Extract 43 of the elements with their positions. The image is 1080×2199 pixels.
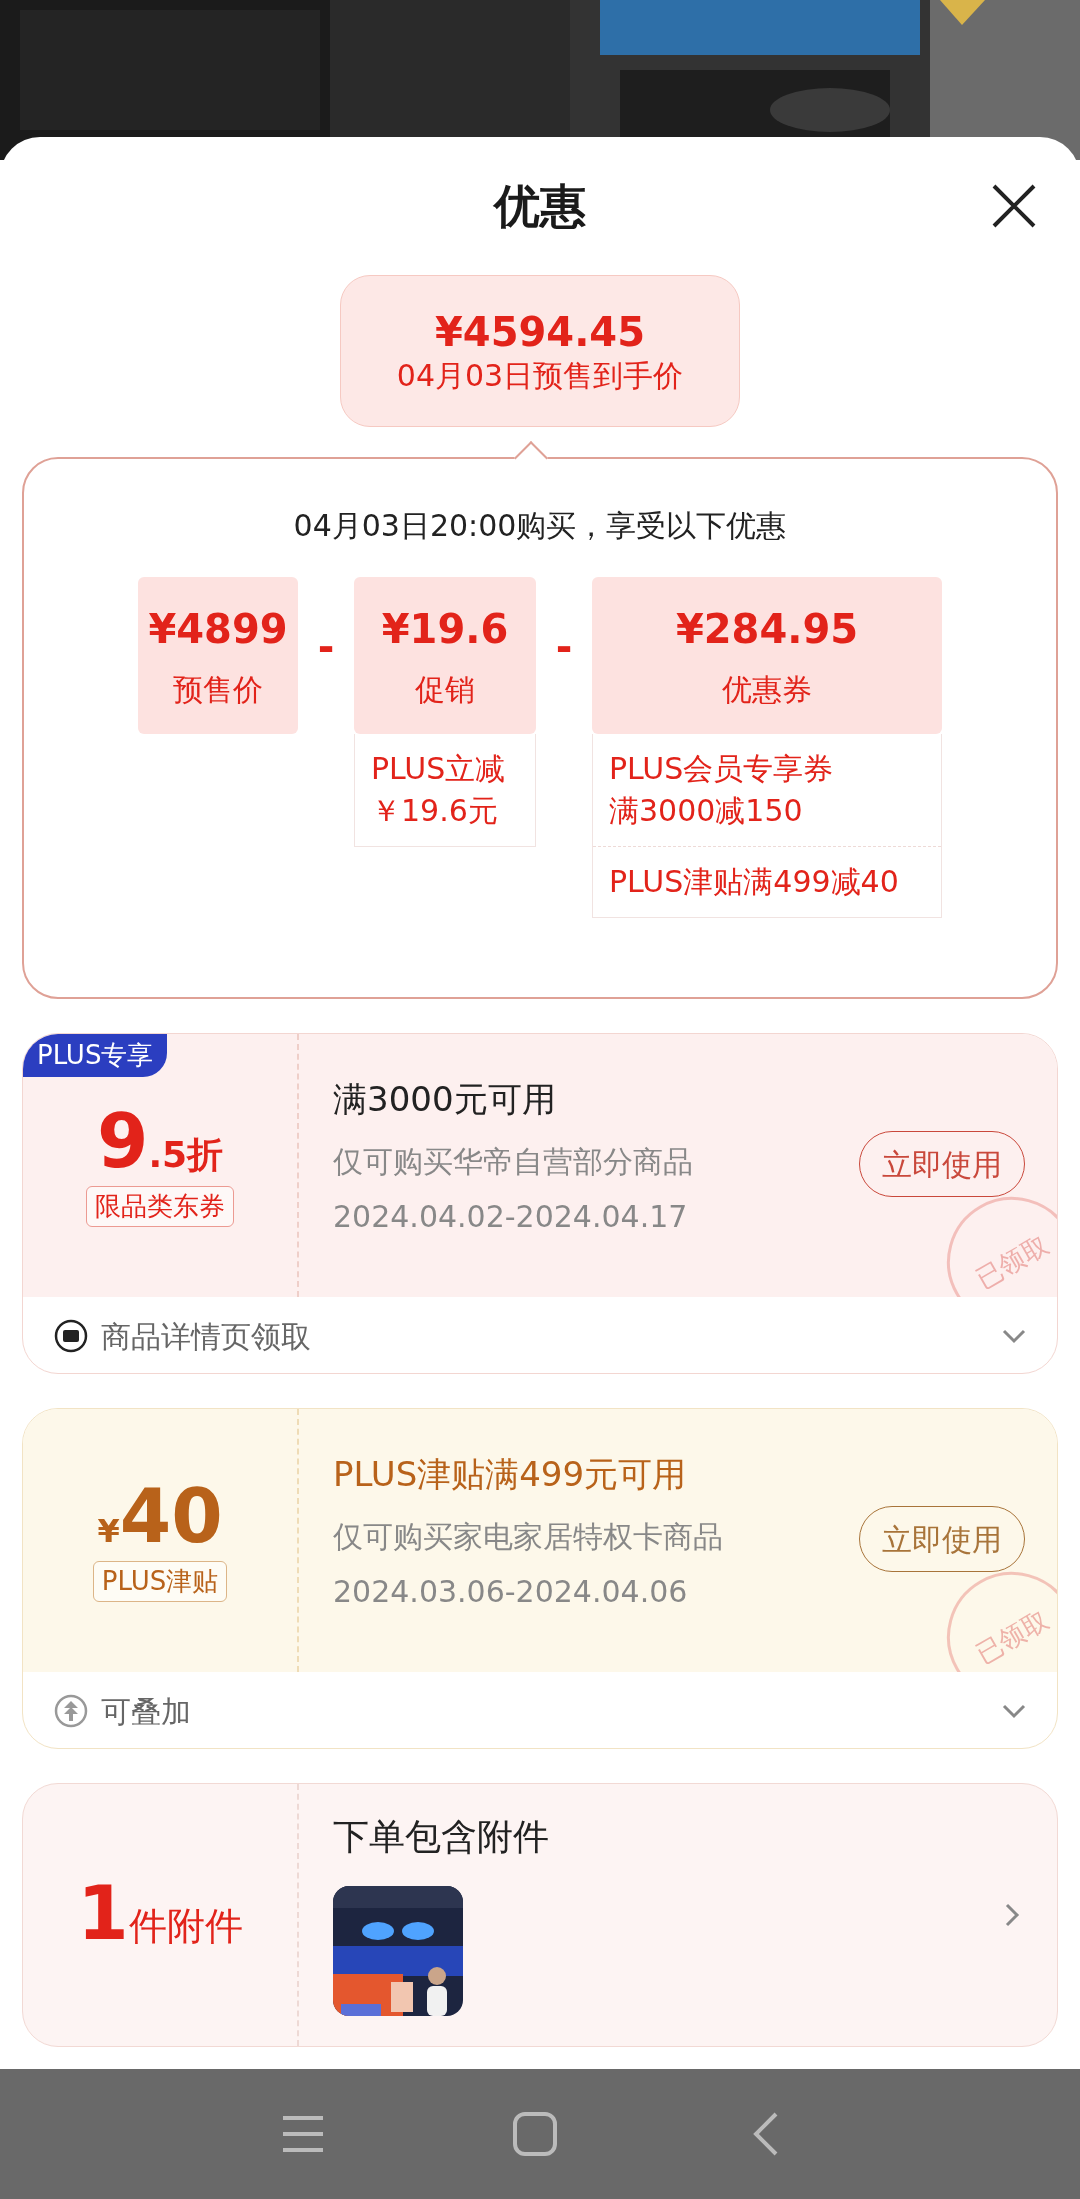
- discount-note: PLUS津贴满499减40: [609, 863, 900, 901]
- component-label: 预售价: [173, 671, 263, 709]
- discount-note: ￥19.6元: [371, 792, 499, 830]
- coupon-dates: 2024.03.06-2024.04.06: [333, 1573, 688, 1611]
- discount-note: PLUS会员专享券: [609, 750, 835, 788]
- close-icon[interactable]: [990, 182, 1038, 230]
- accessory-card[interactable]: 1件附件 下单包含附件: [22, 1783, 1058, 2047]
- accessory-count: 1: [77, 1869, 129, 1956]
- currency-sign: ¥: [97, 1512, 120, 1550]
- coupon-dates: 2024.04.02-2024.04.17: [333, 1198, 688, 1236]
- coupon-value: 40: [119, 1473, 223, 1559]
- coupon-footer[interactable]: 商品详情页领取: [23, 1297, 1057, 1373]
- ticket-icon: [53, 1318, 89, 1354]
- minus-sign: -: [316, 623, 336, 672]
- coupon-tag: 限品类东券: [86, 1186, 234, 1227]
- discount-unit: .5折: [148, 1134, 224, 1175]
- accessory-title: 下单包含附件: [333, 1815, 550, 1859]
- stack-icon: [53, 1693, 89, 1729]
- component-amount: ¥19.6: [381, 605, 509, 654]
- component-amount: ¥4899: [148, 605, 288, 654]
- final-price: ¥4594.45: [435, 307, 645, 356]
- footer-text: 可叠加: [101, 1692, 191, 1731]
- coupon-scope: 仅可购买家电家居特权卡商品: [333, 1518, 723, 1556]
- breakdown-intro: 04月03日20:00购买，享受以下优惠: [292, 507, 788, 545]
- component-label: 优惠券: [722, 671, 812, 709]
- minus-sign: -: [554, 623, 574, 672]
- accessory-unit: 件附件: [128, 1903, 243, 1948]
- discount-note: 满3000减150: [609, 792, 804, 830]
- component-amount: ¥284.95: [675, 605, 859, 654]
- coupon-value: 9: [96, 1098, 149, 1184]
- stamp-text: 已领取: [969, 1603, 1055, 1672]
- coupon-title: 满3000元可用: [333, 1078, 556, 1121]
- stamp-text: 已领取: [969, 1228, 1055, 1297]
- plus-badge: PLUS专享: [23, 1034, 168, 1077]
- sheet-title: 优惠: [494, 177, 586, 235]
- discount-note: PLUS立减: [371, 750, 507, 788]
- footer-text: 商品详情页领取: [101, 1317, 311, 1356]
- coupon-scope: 仅可购买华帝自营部分商品: [333, 1143, 693, 1181]
- coupon-title: PLUS津贴满499元可用: [333, 1453, 687, 1496]
- component-label: 促销: [415, 671, 475, 709]
- coupon-footer[interactable]: 可叠加: [23, 1672, 1057, 1748]
- coupon-tag: PLUS津贴: [92, 1561, 228, 1602]
- price-caption: 04月03日预售到手价: [396, 356, 684, 395]
